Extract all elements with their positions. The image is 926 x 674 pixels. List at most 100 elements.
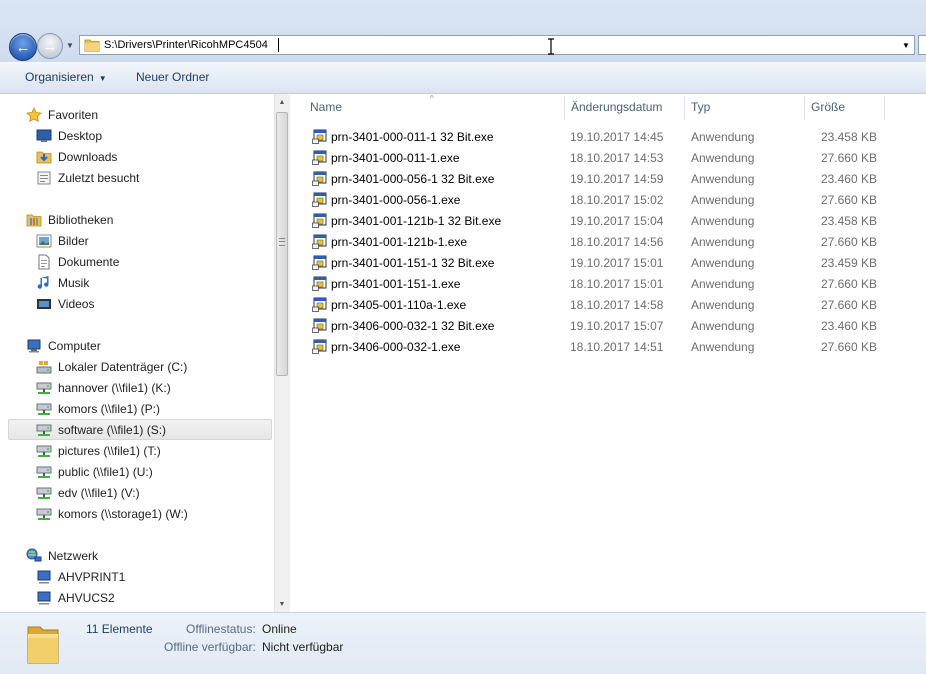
file-row[interactable]: prn-3401-001-151-1.exe 18.10.2017 15:01 … (304, 273, 904, 294)
file-size: 27.660 KB (820, 277, 877, 291)
column-divider[interactable] (804, 96, 805, 120)
application-exe-icon (312, 171, 327, 186)
nav-label: komors (\\storage1) (W:) (58, 506, 188, 521)
desktop-icon (36, 128, 52, 144)
forward-arrow-icon: → (42, 37, 58, 55)
nav-item-drive-p[interactable]: komors (\\file1) (P:) (36, 398, 160, 419)
file-size: 27.660 KB (820, 235, 877, 249)
file-row[interactable]: prn-3406-000-032-1.exe 18.10.2017 14:51 … (304, 336, 904, 357)
column-header-size[interactable]: Größe (811, 100, 845, 114)
file-row[interactable]: prn-3401-000-011-1.exe 18.10.2017 14:53 … (304, 147, 904, 168)
column-divider[interactable] (684, 96, 685, 120)
file-date: 18.10.2017 14:53 (570, 151, 664, 165)
network-icon (26, 548, 42, 564)
nav-label: Downloads (58, 149, 118, 164)
file-row[interactable]: prn-3401-000-056-1 32 Bit.exe 19.10.2017… (304, 168, 904, 189)
nav-item-drive-k[interactable]: hannover (\\file1) (K:) (36, 377, 171, 398)
file-name: prn-3401-000-011-1.exe (331, 151, 460, 165)
file-row[interactable]: prn-3401-001-121b-1.exe 18.10.2017 14:56… (304, 231, 904, 252)
nav-item-drive-c[interactable]: Lokaler Datenträger (C:) (36, 356, 187, 377)
address-field[interactable]: S:\Drivers\Printer\RicohMPC4504 ▼ (79, 35, 915, 55)
file-size: 27.660 KB (820, 193, 877, 207)
nav-item-music[interactable]: Musik (36, 272, 89, 293)
nav-item-ahvucs2[interactable]: AHVUCS2 (36, 587, 115, 608)
file-date: 19.10.2017 14:59 (570, 172, 664, 186)
nav-label: Desktop (58, 128, 103, 143)
nav-item-desktop[interactable]: Desktop (36, 125, 102, 146)
column-header-name[interactable]: Name (310, 100, 342, 114)
scrollbar-grip-line (279, 241, 285, 242)
file-row[interactable]: prn-3401-001-121b-1 32 Bit.exe 19.10.201… (304, 210, 904, 231)
organize-button[interactable]: Organisieren ▼ (25, 70, 107, 84)
nav-label: Musik (58, 275, 90, 290)
nav-label: AHVPRINT1 (58, 569, 126, 584)
file-type: Anwendung (691, 193, 755, 207)
nav-label: hannover (\\file1) (K:) (58, 380, 171, 395)
search-box-edge[interactable] (918, 35, 926, 55)
file-type: Anwendung (691, 172, 755, 186)
nav-item-documents[interactable]: Dokumente (36, 251, 119, 272)
file-name: prn-3405-001-110a-1.exe (331, 298, 467, 312)
network-drive-icon (36, 401, 52, 417)
file-date: 19.10.2017 15:07 (570, 319, 664, 333)
application-exe-icon (312, 318, 327, 333)
scroll-down-icon[interactable]: ▼ (276, 598, 288, 610)
scroll-up-icon[interactable]: ▲ (276, 96, 288, 108)
computer-icon (26, 338, 42, 354)
column-header-date[interactable]: Änderungsdatum (571, 100, 662, 114)
status-bar: 11 Elemente Offlinestatus: Online Offlin… (0, 612, 926, 674)
documents-icon (36, 254, 52, 270)
file-size: 27.660 KB (820, 298, 877, 312)
file-name: prn-3406-000-032-1.exe (331, 340, 461, 354)
nav-label: Zuletzt besucht (58, 170, 140, 185)
file-name: prn-3401-001-121b-1.exe (331, 235, 468, 249)
nav-item-drive-u[interactable]: public (\\file1) (U:) (36, 461, 153, 482)
column-divider[interactable] (564, 96, 565, 120)
nav-network-header[interactable]: Netzwerk (26, 545, 98, 566)
nav-favorites-header[interactable]: Favoriten (26, 104, 98, 125)
address-dropdown-arrow[interactable]: ▼ (900, 39, 912, 51)
application-exe-icon (312, 276, 327, 291)
new-folder-button[interactable]: Neuer Ordner (136, 70, 209, 84)
file-name: prn-3401-001-151-1.exe (331, 277, 461, 291)
file-date: 18.10.2017 14:58 (570, 298, 664, 312)
nav-label: edv (\\file1) (V:) (58, 485, 140, 500)
nav-label: Bibliotheken (48, 212, 114, 227)
nav-item-pictures[interactable]: Bilder (36, 230, 89, 251)
offline-status-value: Online (262, 622, 297, 636)
nav-item-drive-w[interactable]: komors (\\storage1) (W:) (36, 503, 188, 524)
application-exe-icon (312, 150, 327, 165)
file-row[interactable]: prn-3401-000-011-1 32 Bit.exe 19.10.2017… (304, 126, 904, 147)
forward-button[interactable]: → (37, 33, 63, 59)
file-size: 23.458 KB (820, 130, 877, 144)
file-date: 18.10.2017 14:56 (570, 235, 664, 249)
nav-item-drive-s[interactable]: software (\\file1) (S:) (8, 419, 272, 440)
file-row[interactable]: prn-3401-000-056-1.exe 18.10.2017 15:02 … (304, 189, 904, 210)
file-row[interactable]: prn-3401-001-151-1 32 Bit.exe 19.10.2017… (304, 252, 904, 273)
column-header-type[interactable]: Typ (691, 100, 710, 114)
nav-label: public (\\file1) (U:) (58, 464, 153, 479)
nav-item-downloads[interactable]: Downloads (36, 146, 117, 167)
nav-computer-header[interactable]: Computer (26, 335, 101, 356)
recent-locations-dropdown[interactable]: ▼ (64, 39, 76, 51)
nav-item-ahvprint1[interactable]: AHVPRINT1 (36, 566, 125, 587)
column-divider[interactable] (884, 96, 885, 120)
nav-item-drive-t[interactable]: pictures (\\file1) (T:) (36, 440, 161, 461)
nav-label: Bilder (58, 233, 89, 248)
nav-item-videos[interactable]: Videos (36, 293, 94, 314)
file-row[interactable]: prn-3405-001-110a-1.exe 18.10.2017 14:58… (304, 294, 904, 315)
network-drive-icon (36, 485, 52, 501)
file-name: prn-3401-000-056-1.exe (331, 193, 461, 207)
nav-item-drive-v[interactable]: edv (\\file1) (V:) (36, 482, 140, 503)
nav-libraries-header[interactable]: Bibliotheken (26, 209, 113, 230)
local-disk-icon (36, 359, 52, 375)
file-row[interactable]: prn-3406-000-032-1 32 Bit.exe 19.10.2017… (304, 315, 904, 336)
offline-availability-value: Nicht verfügbar (262, 640, 344, 654)
address-path-text: S:\Drivers\Printer\RicohMPC4504 (104, 39, 268, 51)
file-list-pane: ^ Name Änderungsdatum Typ Größe prn-3401… (290, 94, 926, 612)
back-button[interactable]: ← (9, 33, 37, 61)
nav-item-recent[interactable]: Zuletzt besucht (36, 167, 139, 188)
network-computer-icon (36, 569, 52, 585)
application-exe-icon (312, 129, 327, 144)
application-exe-icon (312, 339, 327, 354)
